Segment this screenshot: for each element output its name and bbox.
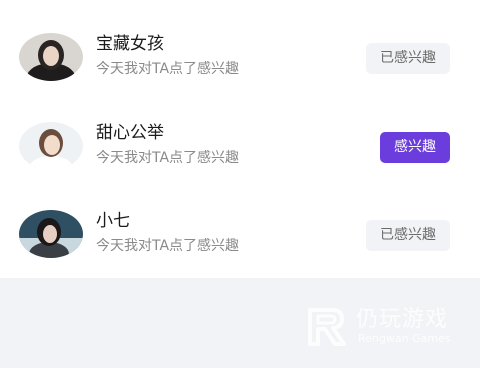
interest-note: 今天我对TA点了感兴趣 [96,150,240,166]
watermark: 仍玩游戏 Rengwan Games [306,300,466,352]
interest-list: 宝藏女孩 今天我对TA点了感兴趣 已感兴趣 甜心公举 今天我对TA点了感兴趣 感… [0,0,480,278]
watermark-title: 仍玩游戏 [356,307,449,332]
list-item[interactable]: 宝藏女孩 今天我对TA点了感兴趣 已感兴趣 [0,13,480,101]
interested-status-button[interactable]: 已感兴趣 [366,43,450,74]
user-name: 小七 [96,211,130,231]
watermark-subtitle: Rengwan Games [358,332,451,345]
interested-status-button[interactable]: 已感兴趣 [366,220,450,251]
user-name: 甜心公举 [96,123,164,143]
avatar[interactable] [19,210,83,258]
interest-note: 今天我对TA点了感兴趣 [96,238,240,254]
list-item[interactable]: 甜心公举 今天我对TA点了感兴趣 感兴趣 [0,102,480,190]
interest-note: 今天我对TA点了感兴趣 [96,61,240,77]
interested-button[interactable]: 感兴趣 [380,132,450,163]
user-name: 宝藏女孩 [96,34,164,54]
avatar[interactable] [19,33,83,81]
watermark-logo-icon [308,308,346,346]
list-item[interactable]: 小七 今天我对TA点了感兴趣 已感兴趣 [0,190,480,278]
avatar[interactable] [19,122,83,170]
